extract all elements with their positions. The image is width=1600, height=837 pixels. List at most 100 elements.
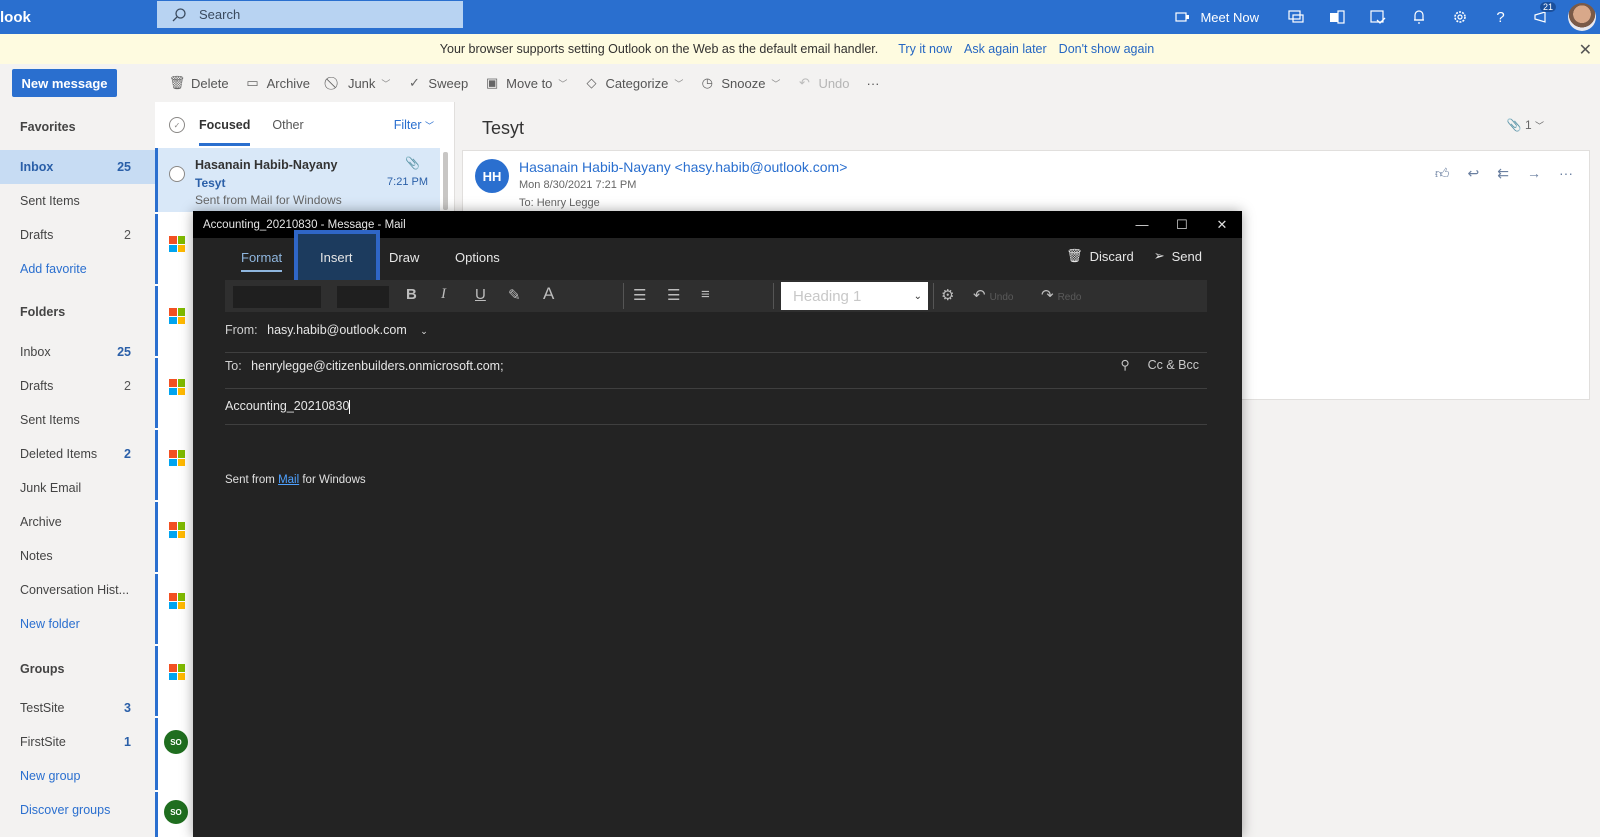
user-avatar[interactable] <box>1568 3 1596 31</box>
delete-button[interactable]: 🗑 Delete <box>169 75 229 91</box>
person-icon[interactable]: ⚲ <box>1120 357 1129 372</box>
nav-item-conversation-history[interactable]: Conversation Hist... <box>0 573 155 607</box>
sender-avatar[interactable]: HH <box>475 159 509 193</box>
archive-icon: ▭ <box>246 75 259 90</box>
discard-button[interactable]: 🗑 Discard <box>1066 248 1134 264</box>
search-box[interactable]: Search <box>157 1 463 28</box>
archive-button[interactable]: ▭ Archive <box>246 75 310 91</box>
junk-button[interactable]: ⃠ Junk ﹀ <box>327 76 390 91</box>
nav-item-sent-items[interactable]: Sent Items <box>0 403 155 437</box>
align-icon[interactable]: ≡ <box>701 286 710 303</box>
tab-other[interactable]: Other <box>272 118 303 132</box>
nav-item-group-firstsite[interactable]: FirstSite 1 <box>0 725 155 759</box>
cc-bcc-button[interactable]: Cc & Bcc <box>1148 358 1199 372</box>
send-button[interactable]: ➢ Send <box>1154 248 1202 264</box>
maximize-icon[interactable]: ☐ <box>1162 211 1202 238</box>
forward-icon[interactable]: → <box>1527 165 1541 182</box>
archive-label: Archive <box>266 75 310 91</box>
font-family-box[interactable] <box>233 286 321 308</box>
move-to-button[interactable]: ▣ Move to ﹀ <box>485 75 567 91</box>
office-icon[interactable] <box>1316 0 1357 34</box>
calendar-check-icon[interactable] <box>1357 0 1398 34</box>
more-icon[interactable]: ··· <box>1559 165 1573 182</box>
tab-focused[interactable]: Focused <box>199 118 251 146</box>
style-select[interactable]: Heading 1 ⌄ <box>781 282 928 310</box>
nav-item-favorites-sent[interactable]: Sent Items <box>0 184 155 218</box>
nav-item-favorites-inbox[interactable]: Inbox 25 <box>0 150 155 184</box>
signature[interactable]: Sent from Mail for Windows <box>225 474 366 486</box>
nav-item-notes[interactable]: Notes <box>0 539 155 573</box>
font-color-icon[interactable]: A <box>543 284 554 304</box>
row-marker <box>155 286 158 356</box>
meet-now-button[interactable]: Meet Now <box>1196 10 1275 25</box>
tab-draw[interactable]: Draw <box>389 250 419 265</box>
underline-icon[interactable]: U <box>475 286 486 303</box>
nav-item-deleted-items[interactable]: Deleted Items 2 <box>0 437 155 471</box>
chevron-down-icon: ﹀ <box>424 121 434 131</box>
nav-item-archive[interactable]: Archive <box>0 505 155 539</box>
megaphone-icon[interactable]: 21 <box>1521 0 1562 34</box>
new-message-button[interactable]: New message <box>12 69 117 97</box>
bell-icon[interactable] <box>1398 0 1439 34</box>
undo-icon: ↶ <box>973 287 986 304</box>
app-brand[interactable]: look <box>0 9 158 26</box>
tab-insert[interactable]: Insert <box>320 250 353 265</box>
minimize-icon[interactable]: — <box>1122 211 1162 238</box>
message-select-radio[interactable] <box>169 166 185 182</box>
nav-label: Archive <box>20 515 62 529</box>
filter-dropdown[interactable]: Filter ﹀ <box>394 118 434 132</box>
tab-format[interactable]: Format <box>241 250 283 272</box>
folders-header[interactable]: Folders <box>20 305 65 319</box>
nav-item-drafts[interactable]: Drafts 2 <box>0 369 155 403</box>
sweep-button[interactable]: ✓ Sweep <box>407 75 468 91</box>
from-field[interactable]: From: hasy.habib@outlook.com ⌄ <box>225 323 1207 353</box>
subject-field[interactable]: Accounting_20210830 <box>225 395 1207 425</box>
nav-item-inbox[interactable]: Inbox 25 <box>0 335 155 369</box>
more-actions-button[interactable]: ··· <box>867 76 880 91</box>
bold-icon[interactable]: B <box>406 286 417 303</box>
close-icon[interactable]: ✕ <box>1202 211 1242 238</box>
gear-icon[interactable] <box>1439 0 1480 34</box>
italic-icon[interactable]: I <box>441 286 446 303</box>
to-field[interactable]: To: henrylegge@citizenbuilders.onmicroso… <box>225 357 1207 389</box>
close-icon[interactable]: ✕ <box>1579 40 1592 60</box>
nav-item-group-testsite[interactable]: TestSite 3 <box>0 691 155 725</box>
numbered-list-icon[interactable]: ☰ <box>667 286 680 304</box>
groups-header[interactable]: Groups <box>20 662 64 676</box>
highlight-icon[interactable]: ✎ <box>508 286 521 304</box>
try-it-now-link[interactable]: Try it now <box>898 42 952 56</box>
like-icon[interactable]: 👍︎ <box>1435 165 1450 182</box>
nav-item-favorites-drafts[interactable]: Drafts 2 <box>0 218 155 252</box>
reply-all-icon[interactable]: ⇇ <box>1497 165 1509 182</box>
new-folder-link[interactable]: New folder <box>0 607 155 641</box>
add-favorite-link[interactable]: Add favorite <box>0 252 155 286</box>
banner-message: Your browser supports setting Outlook on… <box>439 42 879 56</box>
select-all-checkbox[interactable]: ✓ <box>169 117 185 133</box>
skype-icon[interactable] <box>1275 0 1316 34</box>
categorize-button[interactable]: ◇ Categorize ﹀ <box>584 75 683 91</box>
list-scrollbar[interactable] <box>443 152 448 210</box>
favorites-header[interactable]: Favorites <box>20 120 76 134</box>
new-group-link[interactable]: New group <box>0 759 155 793</box>
attachment-count[interactable]: 📎 1 ﹀ <box>1507 118 1544 132</box>
mail-link[interactable]: Mail <box>278 474 299 486</box>
tab-options[interactable]: Options <box>455 250 500 265</box>
redo-button[interactable]: ↷ Redo <box>1041 286 1081 304</box>
reply-icon[interactable]: ↩ <box>1468 165 1480 182</box>
row-marker <box>155 792 158 837</box>
undo-button[interactable]: ↶ Undo <box>797 75 850 91</box>
snooze-button[interactable]: ◷ Snooze ﹀ <box>700 75 781 91</box>
sender-name[interactable]: Hasanain Habib-Nayany <hasy.habib@outloo… <box>519 159 847 175</box>
help-icon[interactable]: ? <box>1480 0 1521 34</box>
ask-again-later-link[interactable]: Ask again later <box>964 42 1047 56</box>
message-row-selected[interactable]: Hasanain Habib-Nayany Tesyt Sent from Ma… <box>155 148 440 212</box>
font-size-box[interactable] <box>337 286 389 308</box>
window-title: Accounting_20210830 - Message - Mail <box>203 218 406 231</box>
nav-item-junk-email[interactable]: Junk Email <box>0 471 155 505</box>
video-icon[interactable] <box>1170 0 1196 34</box>
undo-button[interactable]: ↶ Undo <box>973 286 1013 304</box>
dont-show-again-link[interactable]: Don't show again <box>1059 42 1155 56</box>
discover-groups-link[interactable]: Discover groups <box>0 793 155 827</box>
bullet-list-icon[interactable]: ☰ <box>633 286 646 304</box>
settings-icon[interactable]: ⚙ <box>941 286 954 304</box>
